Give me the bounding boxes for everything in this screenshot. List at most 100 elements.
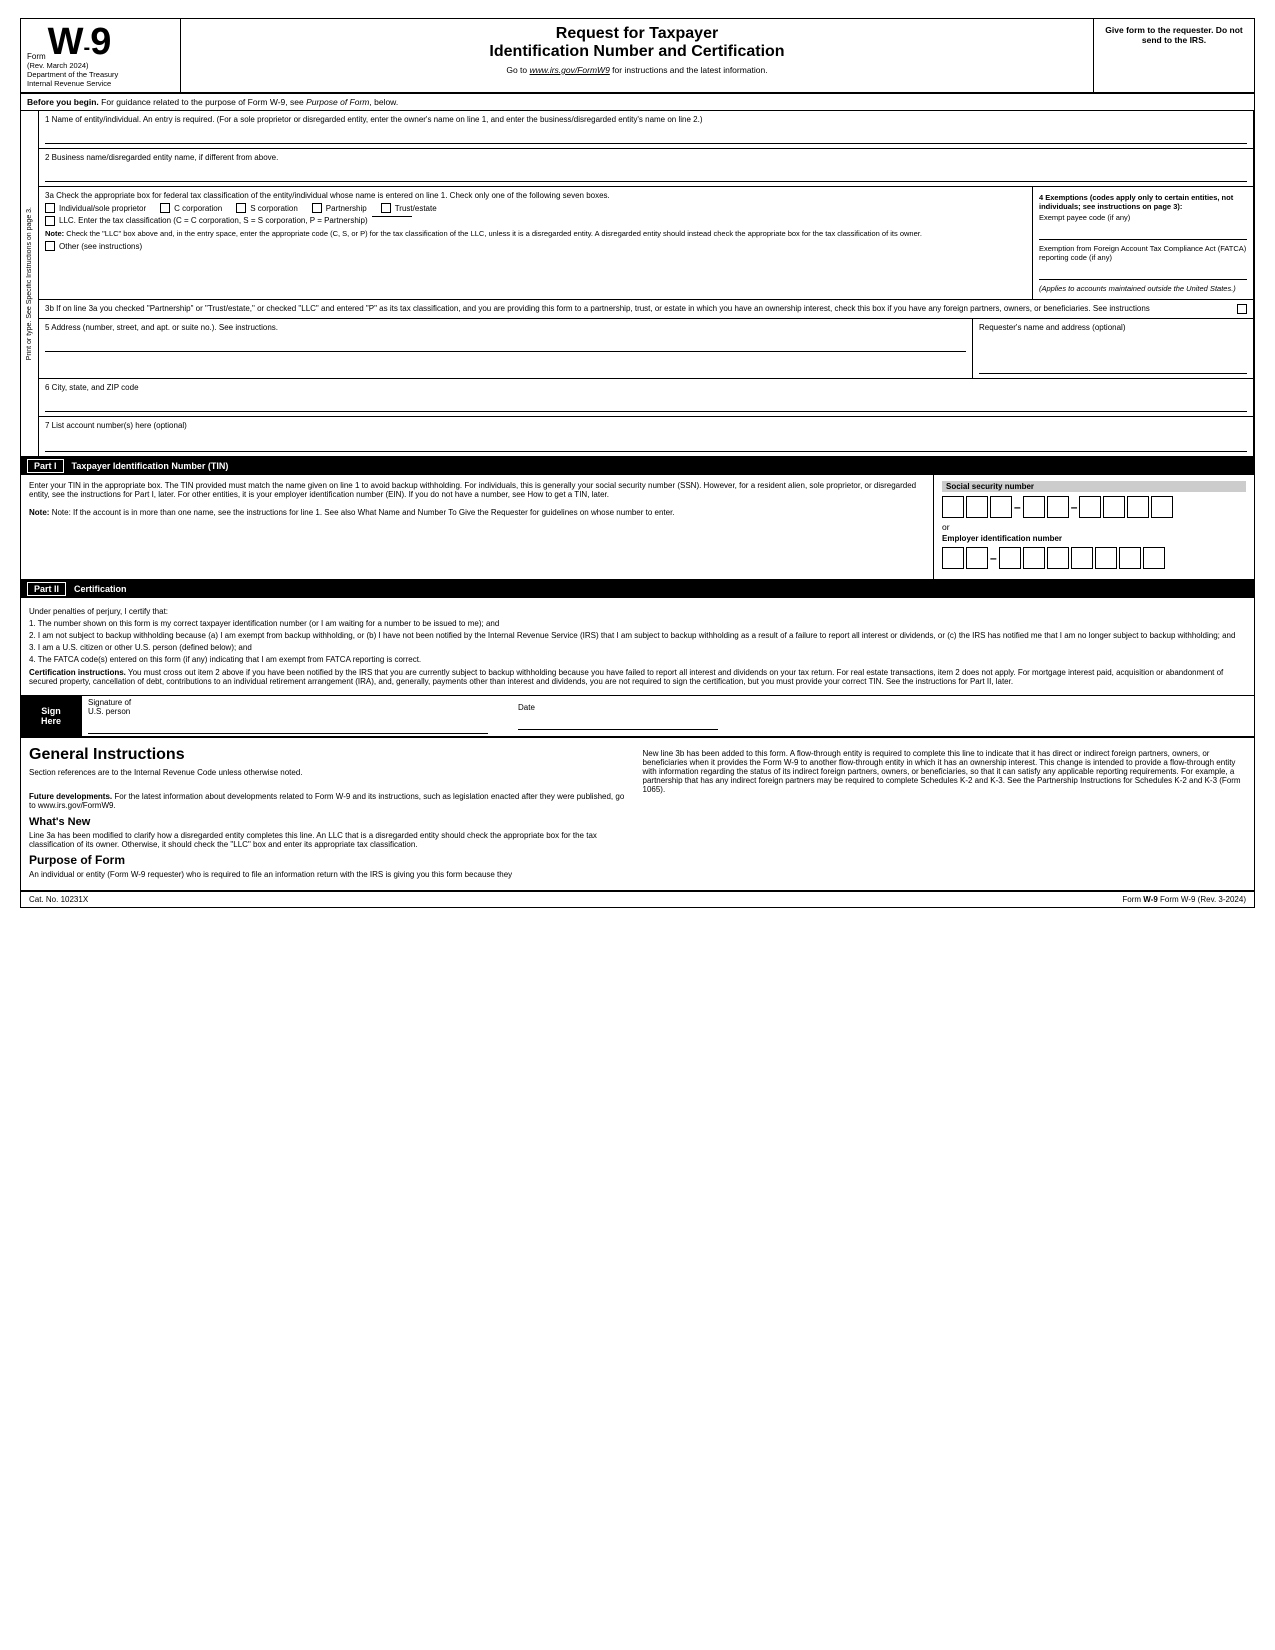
field3b-row: 3b If on line 3a you checked "Partnershi…: [39, 300, 1253, 319]
form-number-big: W-9: [48, 23, 112, 61]
ein-cell-2[interactable]: [966, 547, 988, 569]
checkbox-other: Other (see instructions): [45, 241, 1026, 251]
give-form-text: Give form to the requester. Do not send …: [1105, 25, 1242, 45]
gi-right-col: New line 3b has been added to this form.…: [643, 746, 1247, 882]
requester-input[interactable]: [979, 334, 1247, 374]
part1-label: Part I: [27, 459, 64, 473]
ein-label: Employer identification number: [942, 534, 1246, 543]
purpose-section: Purpose of Form An individual or entity …: [29, 853, 633, 879]
llc-row: LLC. Enter the tax classification (C = C…: [45, 216, 1026, 226]
chk-individual[interactable]: [45, 203, 55, 213]
sign-date-row: Signature of U.S. person Date: [88, 698, 1248, 734]
part1-instructions: Enter your TIN in the appropriate box. T…: [21, 475, 934, 579]
chk-scorp-label: S corporation: [250, 204, 298, 213]
ein-cell-9[interactable]: [1143, 547, 1165, 569]
cert-instructions-label: Certification instructions.: [29, 668, 126, 677]
ssn-cell-3[interactable]: [990, 496, 1012, 518]
form-label: Form: [27, 52, 46, 61]
sig-person-label: U.S. person: [88, 707, 488, 716]
ssn-cell-4[interactable]: [1023, 496, 1045, 518]
llc-label: LLC. Enter the tax classification (C = C…: [59, 216, 368, 225]
sig-label-block: Signature of U.S. person: [88, 698, 488, 734]
part1-inst-text: Enter your TIN in the appropriate box. T…: [29, 481, 925, 499]
cert-item-1: 1. The number shown on this form is my c…: [29, 619, 1246, 628]
field4-label: 4 Exemptions (codes apply only to certai…: [1039, 193, 1247, 211]
field2-label: 2 Business name/disregarded entity name,…: [45, 153, 1247, 162]
exempt-payee-input[interactable]: [1039, 226, 1247, 240]
ein-cell-5[interactable]: [1047, 547, 1069, 569]
sig-area[interactable]: [88, 716, 488, 734]
part1-content: Enter your TIN in the appropriate box. T…: [21, 475, 1254, 580]
cert-instructions-block: Certification instructions. You must cro…: [29, 668, 1246, 686]
before-begin-text: For guidance related to the purpose of F…: [101, 97, 398, 107]
form-ref-rev: Form W-9 (Rev. 3-2024): [1160, 895, 1246, 904]
ein-dash-1: –: [990, 551, 997, 565]
dept-treasury: Department of the Treasury: [27, 70, 174, 79]
form-title-2: Identification Number and Certification: [191, 43, 1083, 61]
fatca-label: Exemption from Foreign Account Tax Compl…: [1039, 244, 1247, 262]
chk-trust-label: Trust/estate: [395, 204, 437, 213]
purpose-text: An individual or entity (Form W-9 reques…: [29, 870, 633, 879]
ssn-dash-1: –: [1014, 500, 1021, 514]
field3b-text: 3b If on line 3a you checked "Partnershi…: [45, 304, 1233, 314]
field6-block: 6 City, state, and ZIP code: [39, 379, 1253, 416]
field1-row: 1 Name of entity/individual. An entry is…: [39, 111, 1253, 149]
ssn-cell-7[interactable]: [1103, 496, 1125, 518]
field5-label: 5 Address (number, street, and apt. or s…: [45, 323, 966, 332]
chk-ccorp-label: C corporation: [174, 204, 222, 213]
footer: Cat. No. 10231X Form W-9 Form W-9 (Rev. …: [21, 891, 1254, 907]
chk-3b[interactable]: [1237, 304, 1247, 314]
ssn-cell-6[interactable]: [1079, 496, 1101, 518]
sign-signature-row: Signature of U.S. person Date: [82, 696, 1254, 736]
field2-input[interactable]: [45, 168, 1247, 182]
ein-grid: –: [942, 547, 1246, 569]
form-fields-left: 1 Name of entity/individual. An entry is…: [39, 111, 1254, 456]
field5-input[interactable]: [45, 338, 966, 352]
ein-cell-7[interactable]: [1095, 547, 1117, 569]
chk-individual-label: Individual/sole proprietor: [59, 204, 146, 213]
sign-section: SignHere Signature of U.S. person Date: [21, 696, 1254, 738]
part2-content: Under penalties of perjury, I certify th…: [21, 598, 1254, 696]
ssn-cell-1[interactable]: [942, 496, 964, 518]
field7-input[interactable]: [45, 438, 1247, 452]
field7-label: 7 List account number(s) here (optional): [45, 421, 1247, 430]
row-3a-4: 3a Check the appropriate box for federal…: [39, 187, 1253, 300]
gi-whats-new-text: Line 3a has been modified to clarify how…: [29, 831, 633, 849]
exempt-payee: Exempt payee code (if any): [1039, 213, 1247, 222]
ssn-cell-9[interactable]: [1151, 496, 1173, 518]
ein-cell-8[interactable]: [1119, 547, 1141, 569]
field1-input[interactable]: [45, 130, 1247, 144]
ssn-cell-8[interactable]: [1127, 496, 1149, 518]
chk-trust[interactable]: [381, 203, 391, 213]
chk-llc[interactable]: [45, 216, 55, 226]
chk-scorp[interactable]: [236, 203, 246, 213]
part1-header: Part I Taxpayer Identification Number (T…: [21, 457, 1254, 475]
part1-note-text: Note: If the account is in more than one…: [52, 508, 675, 517]
field6-input[interactable]: [45, 398, 1247, 412]
note-content: Check the "LLC" box above and, in the en…: [66, 229, 922, 238]
ssn-cell-5[interactable]: [1047, 496, 1069, 518]
field4-exemptions: 4 Exemptions (codes apply only to certai…: [1033, 187, 1253, 299]
ein-cell-6[interactable]: [1071, 547, 1093, 569]
form-ref-bold: W-9: [1143, 895, 1158, 904]
part2-intro: Under penalties of perjury, I certify th…: [29, 607, 1246, 616]
general-instructions: General Instructions Section references …: [21, 738, 1254, 891]
form-main: Print or type. See Specific Instructions…: [21, 111, 1254, 457]
date-area[interactable]: [518, 712, 718, 730]
chk-ccorp[interactable]: [160, 203, 170, 213]
part1-tin-boxes: Social security number – – or Employer i…: [934, 475, 1254, 579]
ein-cell-4[interactable]: [1023, 547, 1045, 569]
sign-here-label: SignHere: [21, 696, 81, 736]
fatca-input[interactable]: [1039, 266, 1247, 280]
ssn-cell-2[interactable]: [966, 496, 988, 518]
part1-note-label: Note:: [29, 508, 49, 517]
ein-cell-3[interactable]: [999, 547, 1021, 569]
field6-label: 6 City, state, and ZIP code: [45, 383, 1247, 392]
before-begin-label: Before you begin.: [27, 97, 99, 107]
gi-right-text: New line 3b has been added to this form.…: [643, 749, 1247, 794]
form-title-1: Request for Taxpayer: [191, 25, 1083, 43]
chk-partnership[interactable]: [312, 203, 322, 213]
give-form-block: Give form to the requester. Do not send …: [1094, 19, 1254, 92]
chk-other[interactable]: [45, 241, 55, 251]
ein-cell-1[interactable]: [942, 547, 964, 569]
